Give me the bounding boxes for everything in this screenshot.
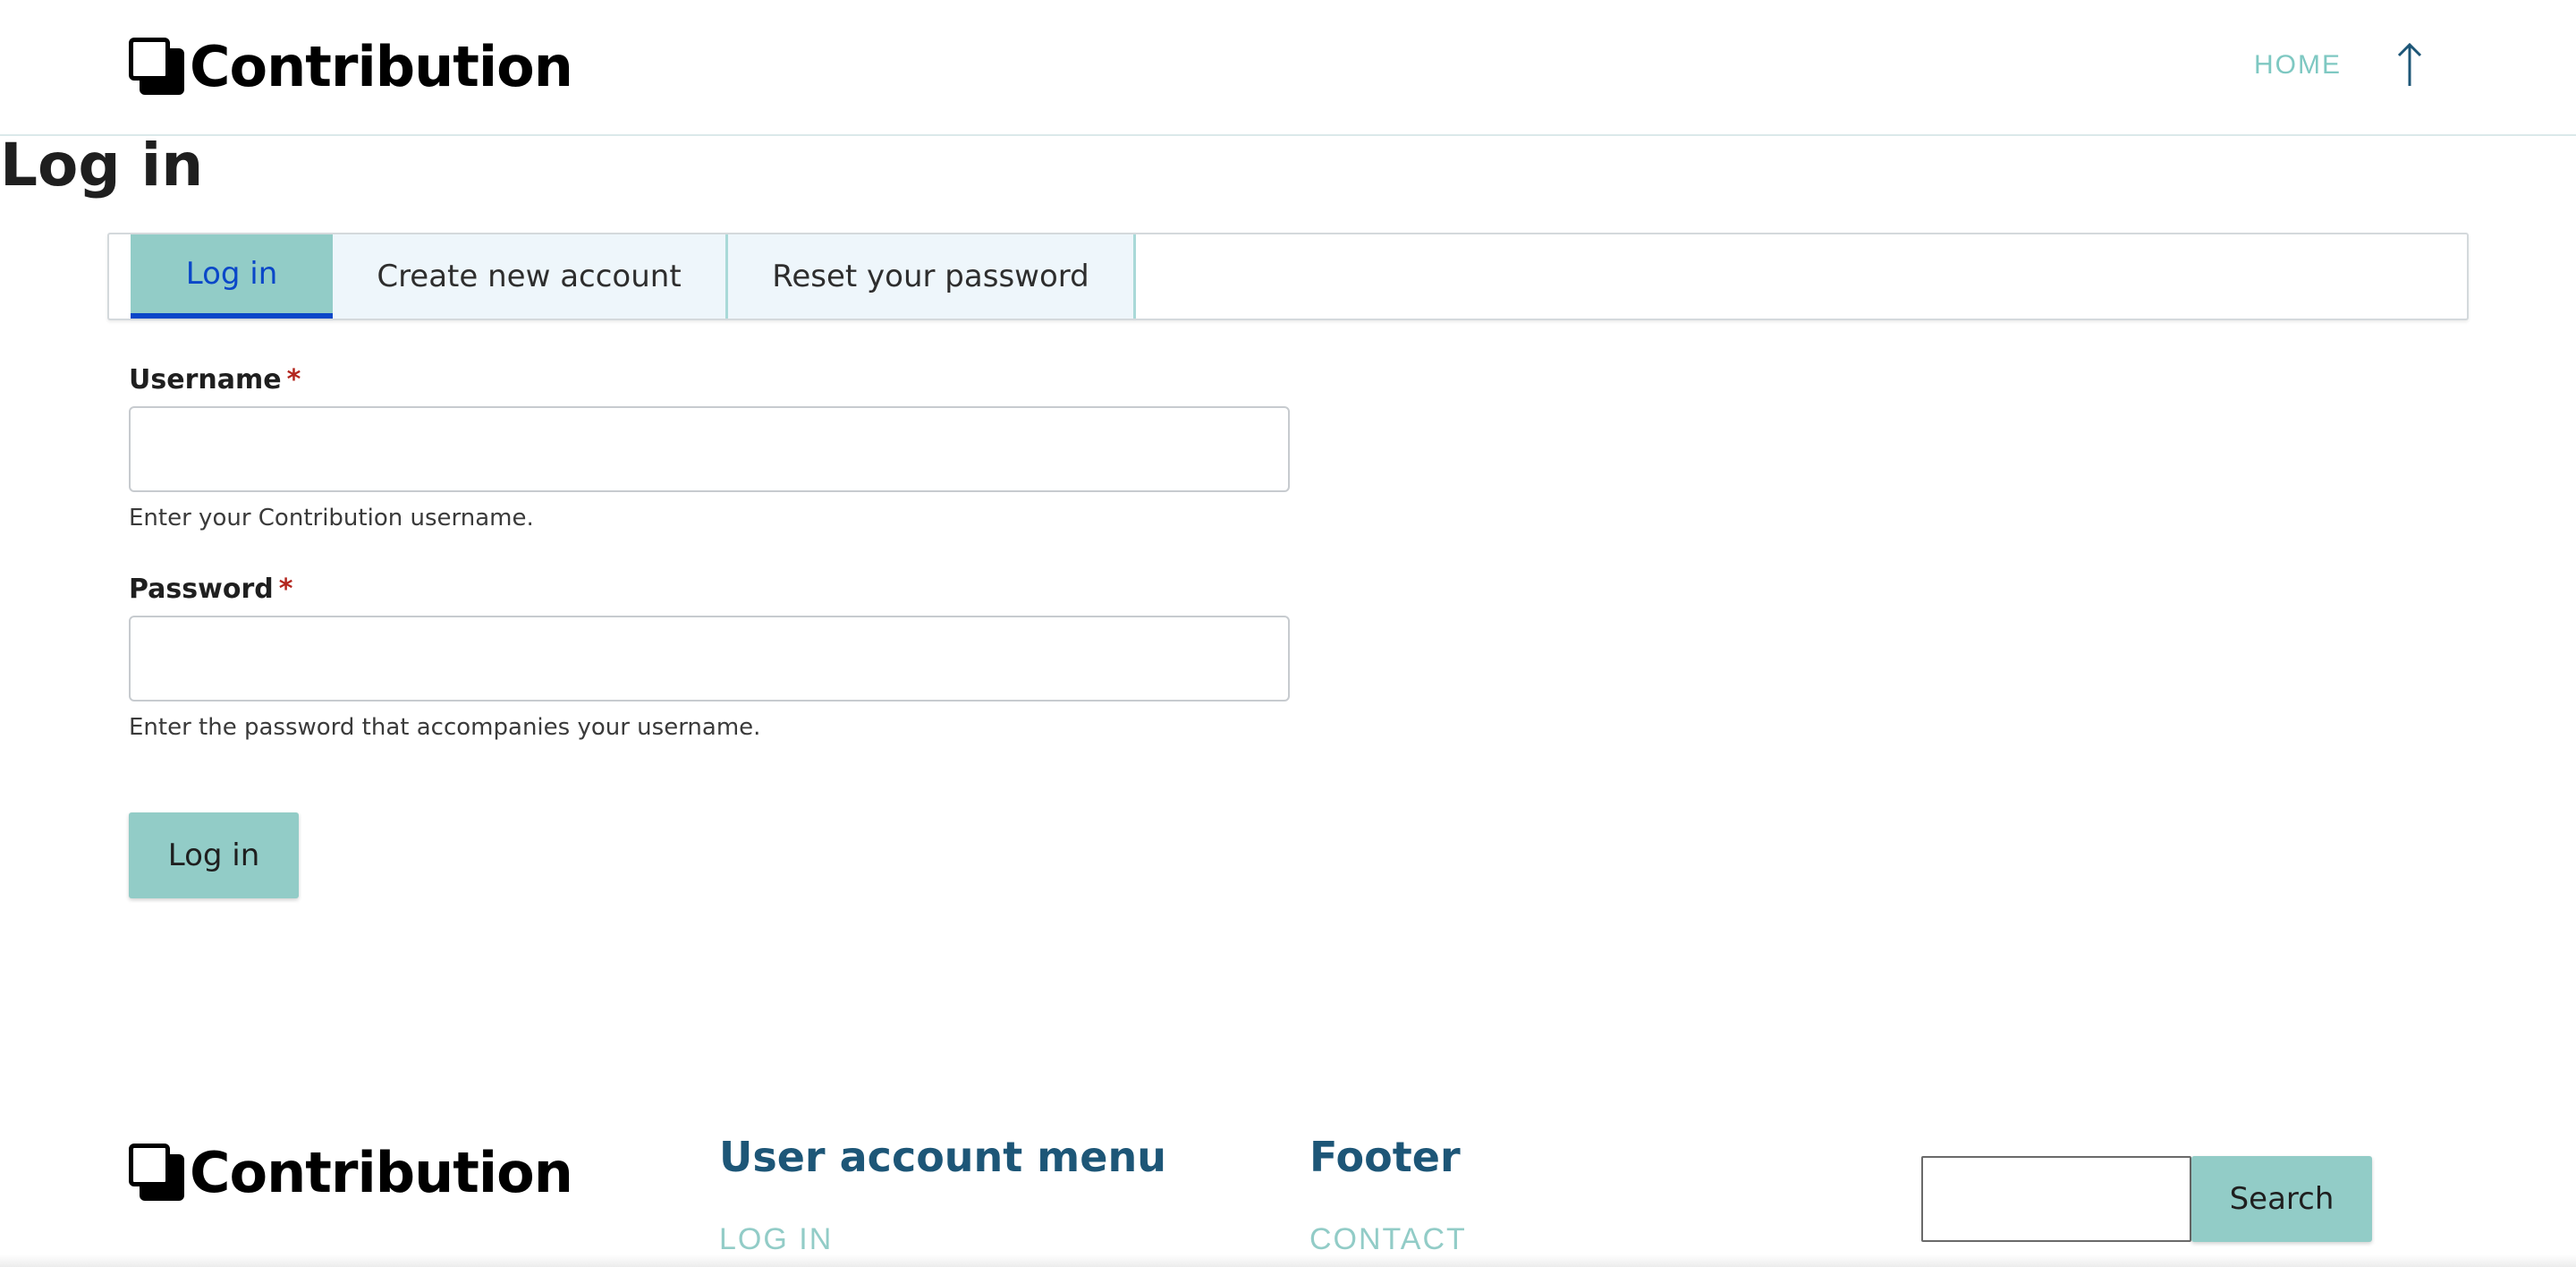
required-marker: * [278, 573, 293, 605]
page-title: Log in [0, 131, 204, 200]
account-tabs: Log in Create new account Reset your pas… [107, 233, 2469, 320]
required-marker: * [286, 363, 301, 395]
nav-home-link[interactable]: HOME [2254, 50, 2342, 81]
password-label: Password * [129, 573, 293, 605]
logo-squares-icon [129, 38, 188, 97]
password-form-item: Password * Enter the password that accom… [129, 571, 1290, 741]
logo-text: Contribution [190, 34, 573, 99]
password-input[interactable] [129, 616, 1290, 702]
site-header: Contribution HOME [0, 0, 2576, 136]
footer-logo[interactable]: Contribution [129, 1140, 573, 1205]
footer-menu-title: Footer [1309, 1133, 1461, 1181]
user-account-menu-title: User account menu [719, 1133, 1166, 1181]
footer-shadow-divider [0, 1254, 2576, 1267]
footer-contact-link[interactable]: CONTACT [1309, 1222, 1467, 1257]
password-description: Enter the password that accompanies your… [129, 714, 761, 741]
logo-squares-icon [129, 1144, 188, 1203]
tab-reset-password[interactable]: Reset your password [728, 234, 1136, 319]
log-in-button[interactable]: Log in [129, 812, 299, 898]
tab-create-new-account[interactable]: Create new account [333, 234, 728, 319]
search-button[interactable]: Search [2191, 1156, 2372, 1242]
site-footer: Contribution User account menu LOG IN Fo… [0, 1101, 2576, 1267]
tab-log-in[interactable]: Log in [131, 234, 333, 319]
arrow-up-icon[interactable] [2394, 39, 2426, 89]
footer-logo-text: Contribution [190, 1140, 573, 1205]
username-input[interactable] [129, 406, 1290, 492]
footer-log-in-link[interactable]: LOG IN [719, 1222, 833, 1257]
username-label: Username * [129, 363, 301, 395]
username-form-item: Username * Enter your Contribution usern… [129, 361, 1290, 531]
search-input[interactable] [1921, 1156, 2191, 1242]
site-logo[interactable]: Contribution [129, 34, 573, 99]
username-description: Enter your Contribution username. [129, 505, 534, 531]
